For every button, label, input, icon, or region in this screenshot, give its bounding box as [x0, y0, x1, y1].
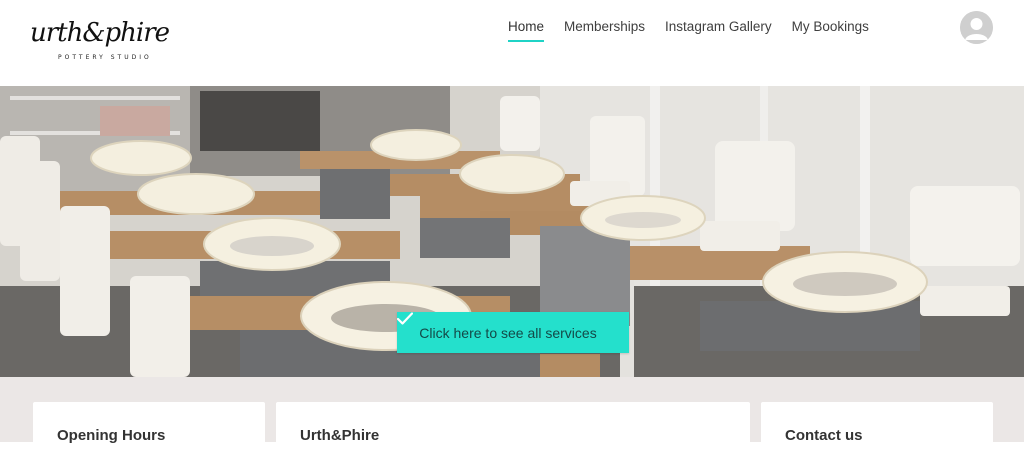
brand-logo[interactable]: urth&phire POTTERY STUDIO	[30, 14, 182, 72]
info-section: Opening Hours Urth&Phire Contact us	[0, 377, 1024, 462]
nav-item-home[interactable]: Home	[508, 17, 545, 42]
main-nav: Home Memberships Instagram Gallery My Bo…	[508, 0, 889, 50]
nav-item-memberships[interactable]: Memberships	[564, 17, 645, 34]
contact-title: Contact us	[785, 427, 863, 444]
site-header: urth&phire POTTERY STUDIO Home Membershi…	[0, 0, 1024, 86]
user-avatar-icon[interactable]	[960, 11, 993, 44]
opening-hours-card: Opening Hours	[33, 402, 265, 462]
logo-script-text: urth&phire	[30, 18, 170, 48]
about-title: Urth&Phire	[300, 427, 380, 444]
logo-subtitle: POTTERY STUDIO	[58, 54, 152, 61]
contact-card: Contact us	[761, 402, 993, 462]
opening-hours-title: Opening Hours	[57, 427, 166, 444]
nav-item-instagram-gallery[interactable]: Instagram Gallery	[665, 17, 772, 34]
about-card: Urth&Phire	[276, 402, 750, 462]
nav-item-my-bookings[interactable]: My Bookings	[792, 17, 869, 34]
hero-banner: Click here to see all services	[0, 86, 1024, 377]
see-all-services-button[interactable]: Click here to see all services	[397, 312, 629, 353]
cta-label: Click here to see all services	[419, 324, 597, 341]
